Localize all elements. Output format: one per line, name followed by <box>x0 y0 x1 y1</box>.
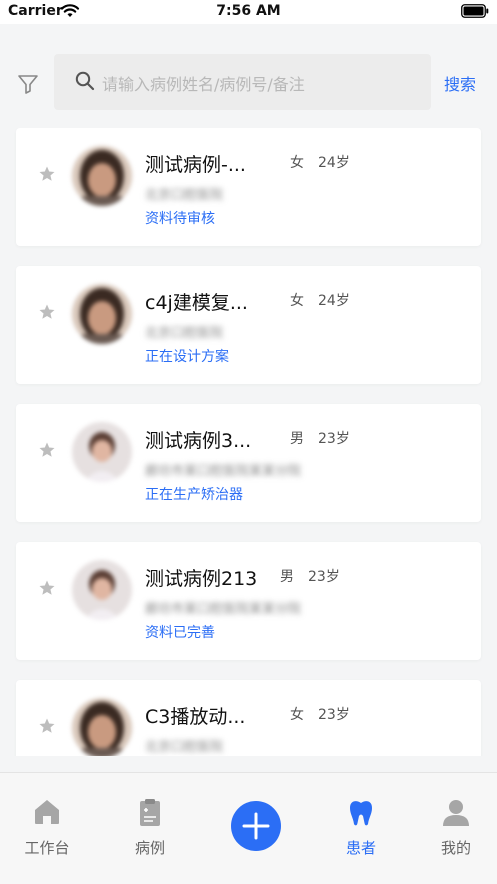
patient-age: 23岁 <box>318 431 350 447</box>
patient-gender: 女 <box>290 293 304 309</box>
avatar <box>72 284 132 344</box>
patient-hospital: 北京口腔医院 <box>145 740 224 755</box>
patient-gender: 女 <box>290 707 304 723</box>
patient-card[interactable]: 测试病例3... 男 23岁 廊坊市某口腔医院某某分院 正在生产矫治器 <box>16 404 481 522</box>
filter-icon[interactable] <box>16 72 40 96</box>
tab-label: 工作台 <box>24 839 70 857</box>
patient-gender: 男 <box>280 569 294 585</box>
patient-name: c4j建模复... <box>145 292 248 314</box>
tooth-icon <box>350 801 372 826</box>
clipboard-icon <box>140 799 160 826</box>
avatar <box>72 698 132 756</box>
tab-label: 病例 <box>134 839 165 857</box>
avatar <box>72 146 132 206</box>
patient-status: 资料待审核 <box>145 211 215 227</box>
patient-hospital: 北京口腔医院 <box>145 188 224 203</box>
tab-label: 我的 <box>440 839 471 857</box>
plus-icon <box>242 812 270 840</box>
patient-status: 正在设计方案 <box>145 349 229 365</box>
patient-gender: 女 <box>290 155 304 171</box>
patient-hospital: 廊坊市某口腔医院某某分院 <box>145 464 302 479</box>
patient-status: 正在生产矫治器 <box>145 487 243 503</box>
tab-patients[interactable]: 患者 <box>326 797 396 861</box>
patient-name: 测试病例213 <box>145 568 258 590</box>
star-icon[interactable] <box>38 579 56 597</box>
patient-status: 资料已完善 <box>145 625 215 641</box>
patient-age: 23岁 <box>308 569 340 585</box>
avatar <box>72 422 132 482</box>
patient-card[interactable]: c4j建模复... 女 24岁 北京口腔医院 正在设计方案 <box>16 266 481 384</box>
person-icon <box>443 800 469 826</box>
patient-hospital: 廊坊市某口腔医院某某分院 <box>145 602 302 617</box>
battery-icon <box>461 4 489 18</box>
patient-card[interactable]: C3播放动... 女 23岁 北京口腔医院 <box>16 680 481 756</box>
tab-cases[interactable]: 病例 <box>115 797 185 861</box>
patient-age: 24岁 <box>318 293 350 309</box>
search-placeholder: 请输入病例姓名/病例号/备注 <box>102 75 305 94</box>
add-button[interactable] <box>231 801 281 851</box>
patient-name: C3播放动... <box>145 706 246 728</box>
search-icon <box>75 71 95 91</box>
patient-card[interactable]: 测试病例-... 女 24岁 北京口腔医院 资料待审核 <box>16 128 481 246</box>
tab-bar: 工作台 病例 患者 我的 <box>0 772 497 884</box>
patient-name: 测试病例-... <box>145 154 246 176</box>
patient-gender: 男 <box>290 431 304 447</box>
avatar <box>72 560 132 620</box>
patient-age: 23岁 <box>318 707 350 723</box>
patient-hospital: 北京口腔医院 <box>145 326 224 341</box>
tab-workbench[interactable]: 工作台 <box>12 797 82 861</box>
star-icon[interactable] <box>38 165 56 183</box>
status-time: 7:56 AM <box>216 3 281 19</box>
tab-label: 患者 <box>345 839 376 857</box>
patient-name: 测试病例3... <box>145 430 252 452</box>
patient-list[interactable]: 测试病例-... 女 24岁 北京口腔医院 资料待审核 c4j建模复... 女 … <box>0 128 497 756</box>
tab-mine[interactable]: 我的 <box>421 797 491 861</box>
search-button[interactable]: 搜索 <box>444 71 476 95</box>
search-input[interactable]: 请输入病例姓名/病例号/备注 <box>54 54 431 110</box>
star-icon[interactable] <box>38 717 56 735</box>
patient-card[interactable]: 测试病例213 男 23岁 廊坊市某口腔医院某某分院 资料已完善 <box>16 542 481 660</box>
patient-age: 24岁 <box>318 155 350 171</box>
star-icon[interactable] <box>38 441 56 459</box>
home-icon <box>35 800 59 824</box>
star-icon[interactable] <box>38 303 56 321</box>
status-bar: Carrier 7:56 AM <box>0 0 497 24</box>
